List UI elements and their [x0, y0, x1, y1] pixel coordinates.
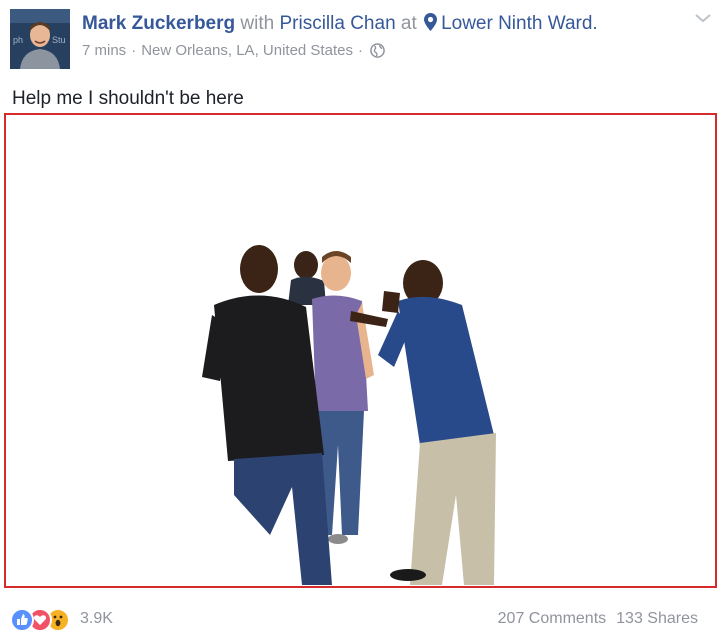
photo-image	[6, 115, 715, 586]
comments-count[interactable]: 207 Comments	[498, 610, 607, 627]
svg-text:Stu: Stu	[52, 35, 66, 45]
globe-icon[interactable]	[370, 43, 385, 58]
post-place[interactable]: New Orleans, LA, United States	[141, 42, 353, 59]
chevron-down-icon[interactable]	[694, 12, 712, 24]
engagement-stats: 207 Comments 133 Shares	[498, 610, 698, 628]
post-header: ph Stu Mark Zuckerberg with Priscilla Ch…	[0, 0, 720, 80]
post-photo[interactable]	[4, 113, 717, 588]
like-reaction-icon	[10, 608, 34, 632]
post-text: Help me I shouldn't be here	[12, 88, 244, 109]
meta-separator: ·	[131, 42, 137, 59]
post-meta: 7 mins · New Orleans, LA, United States ·	[82, 42, 682, 60]
location-pin-icon	[424, 13, 438, 31]
tagged-person[interactable]: Priscilla Chan	[279, 13, 395, 34]
post-time[interactable]: 7 mins	[82, 42, 126, 59]
header-text: Mark Zuckerberg with Priscilla Chan at L…	[82, 12, 682, 60]
reaction-count[interactable]: 3.9K	[80, 610, 113, 628]
facebook-post: ph Stu Mark Zuckerberg with Priscilla Ch…	[0, 0, 720, 643]
post-footer: 3.9K 207 Comments 133 Shares	[0, 598, 720, 638]
post-title-line: Mark Zuckerberg with Priscilla Chan at L…	[82, 12, 682, 36]
svg-text:ph: ph	[13, 35, 23, 45]
avatar-image: ph Stu	[10, 9, 70, 69]
author-name[interactable]: Mark Zuckerberg	[82, 13, 235, 34]
at-word: at	[400, 13, 417, 34]
location-link[interactable]: Lower Ninth Ward.	[441, 13, 598, 34]
shares-count[interactable]: 133 Shares	[616, 610, 698, 627]
avatar[interactable]: ph Stu	[10, 9, 70, 69]
with-word: with	[240, 13, 275, 34]
meta-separator: ·	[357, 42, 363, 59]
